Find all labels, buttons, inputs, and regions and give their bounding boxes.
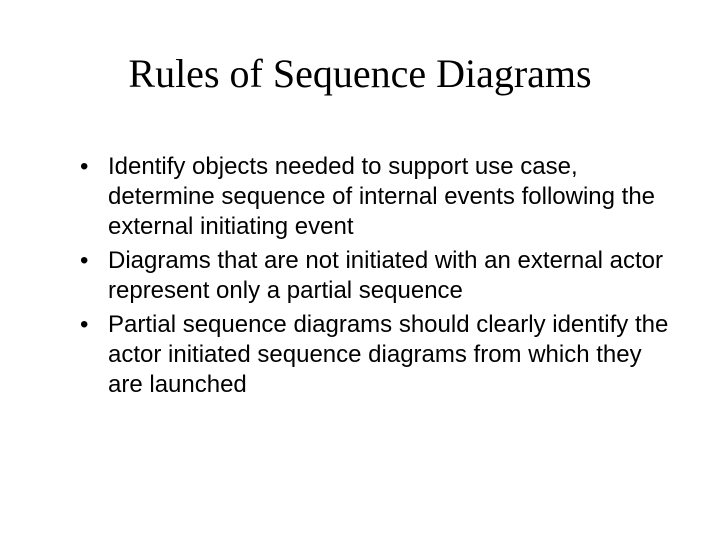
slide-title: Rules of Sequence Diagrams bbox=[50, 50, 670, 97]
list-item: Diagrams that are not initiated with an … bbox=[80, 246, 670, 306]
list-item: Identify objects needed to support use c… bbox=[80, 152, 670, 242]
list-item: Partial sequence diagrams should clearly… bbox=[80, 310, 670, 400]
bullet-list: Identify objects needed to support use c… bbox=[50, 152, 670, 400]
